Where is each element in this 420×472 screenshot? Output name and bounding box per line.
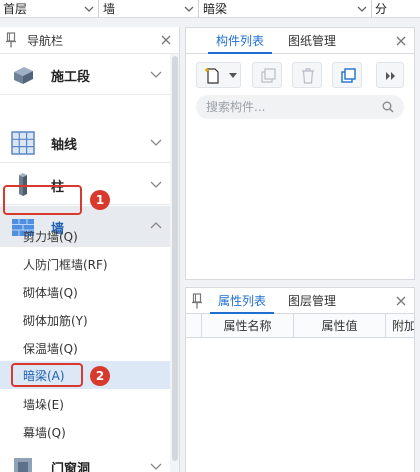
nav-item-label: 砌体墙(Q): [23, 286, 78, 300]
highlight-box-wall: [3, 185, 82, 215]
new-component-button[interactable]: [196, 62, 241, 88]
nav-category-label: 门窗洞: [51, 462, 91, 472]
nav-item-label: 保温墙(Q): [23, 342, 78, 356]
navigation-header: 导航栏: [0, 27, 179, 54]
nav-item-label: 人防门框墙(RF): [23, 258, 108, 272]
annotation-badge-1: 1: [90, 190, 110, 210]
chevron-down-icon: [150, 181, 162, 188]
copy-icon: [261, 68, 276, 83]
new-file-icon: [205, 68, 219, 84]
component-search[interactable]: [196, 95, 404, 119]
element-subtype-dropdown[interactable]: 暗梁: [200, 0, 372, 18]
row-header-column: [186, 314, 202, 338]
more-tools-button[interactable]: [376, 62, 404, 88]
close-icon[interactable]: [395, 35, 407, 47]
layer-copy-button[interactable]: [332, 62, 362, 88]
tab-drawing-management[interactable]: 图纸管理: [280, 28, 344, 54]
trash-icon: [302, 68, 314, 84]
column-header-property-name[interactable]: 属性名称: [202, 314, 294, 338]
nav-item-insulation-wall[interactable]: 保温墙(Q): [0, 334, 170, 362]
chevron-down-icon: [150, 463, 162, 470]
nav-item-curtain-wall[interactable]: 幕墙(Q): [0, 418, 170, 446]
chevron-down-icon: [357, 6, 367, 12]
nav-category-construction-segment[interactable]: 施工段: [0, 54, 170, 95]
top-toolbar: 首层 墙 暗梁 分: [0, 0, 420, 18]
component-search-input[interactable]: [206, 98, 366, 116]
property-panel-tabs: 属性列表 图层管理: [186, 288, 414, 314]
nav-item-civil-defense-door-frame-wall[interactable]: 人防门框墙(RF): [0, 250, 170, 278]
component-list-panel: 构件列表 图纸管理: [185, 27, 415, 280]
navigation-panel: 导航栏 施工段 轴线 柱 墙 剪力墙(Q) 人防门框墙(RF) 砌体墙(Q) 砌…: [0, 27, 180, 472]
element-type-dropdown[interactable]: 墙: [100, 0, 199, 18]
component-panel-tabs: 构件列表 图纸管理: [186, 28, 414, 54]
nav-item-label: 幕墙(Q): [23, 426, 66, 440]
chevron-down-icon: [150, 71, 162, 78]
extra-dropdown[interactable]: 分: [373, 0, 420, 18]
nav-item-label: 砌体加筋(Y): [23, 314, 88, 328]
chevron-down-icon: [184, 6, 194, 12]
floor-dropdown-value: 首层: [3, 2, 28, 16]
floor-dropdown[interactable]: 首层: [0, 0, 99, 18]
chevron-down-icon: [150, 139, 162, 146]
double-chevron-right-icon: [386, 72, 395, 80]
close-icon[interactable]: [160, 34, 172, 46]
extra-dropdown-value: 分: [375, 2, 388, 16]
tab-property-list[interactable]: 属性列表: [210, 288, 274, 314]
property-list-panel: 属性列表 图层管理 属性名称 属性值 附加: [185, 287, 415, 472]
property-table-header: 属性名称 属性值 附加: [186, 314, 414, 338]
nav-item-masonry-reinforcement[interactable]: 砌体加筋(Y): [0, 306, 170, 334]
pin-icon[interactable]: [192, 293, 202, 309]
nav-category-label: 轴线: [51, 138, 78, 153]
delete-component-button[interactable]: [292, 62, 322, 88]
element-subtype-dropdown-value: 暗梁: [203, 2, 228, 16]
element-type-dropdown-value: 墙: [103, 2, 116, 16]
highlight-box-concealed-beam: [11, 363, 83, 387]
nav-category-label: 施工段: [51, 70, 91, 85]
nav-category-door-window[interactable]: 门窗洞: [0, 446, 170, 472]
nav-scrollbar-thumb[interactable]: [172, 56, 178, 461]
nav-item-label: 剪力墙(Q): [23, 230, 78, 244]
chevron-down-icon: [84, 6, 94, 12]
copy-component-button[interactable]: [252, 62, 282, 88]
column-header-property-value[interactable]: 属性值: [294, 314, 386, 338]
nav-scrollbar[interactable]: [170, 54, 179, 472]
layers-copy-icon: [341, 68, 356, 83]
search-icon[interactable]: [382, 101, 394, 113]
door-window-icon: [14, 458, 32, 472]
caret-down-icon: [229, 73, 237, 78]
pin-icon[interactable]: [6, 32, 16, 48]
annotation-badge-2: 2: [90, 366, 110, 386]
close-icon[interactable]: [395, 295, 407, 307]
nav-item-label: 墙垛(E): [23, 398, 64, 412]
column-header-additional[interactable]: 附加: [386, 314, 414, 338]
tab-layer-management[interactable]: 图层管理: [280, 288, 344, 314]
navigation-title: 导航栏: [27, 34, 64, 48]
construction-segment-icon: [14, 67, 33, 84]
tab-component-list[interactable]: 构件列表: [208, 28, 272, 54]
nav-item-shear-wall[interactable]: 剪力墙(Q): [0, 222, 170, 250]
nav-item-wall-pier[interactable]: 墙垛(E): [0, 390, 170, 418]
nav-category-axis[interactable]: 轴线: [0, 122, 170, 163]
nav-item-masonry-wall[interactable]: 砌体墙(Q): [0, 278, 170, 306]
axis-grid-icon: [11, 131, 35, 155]
